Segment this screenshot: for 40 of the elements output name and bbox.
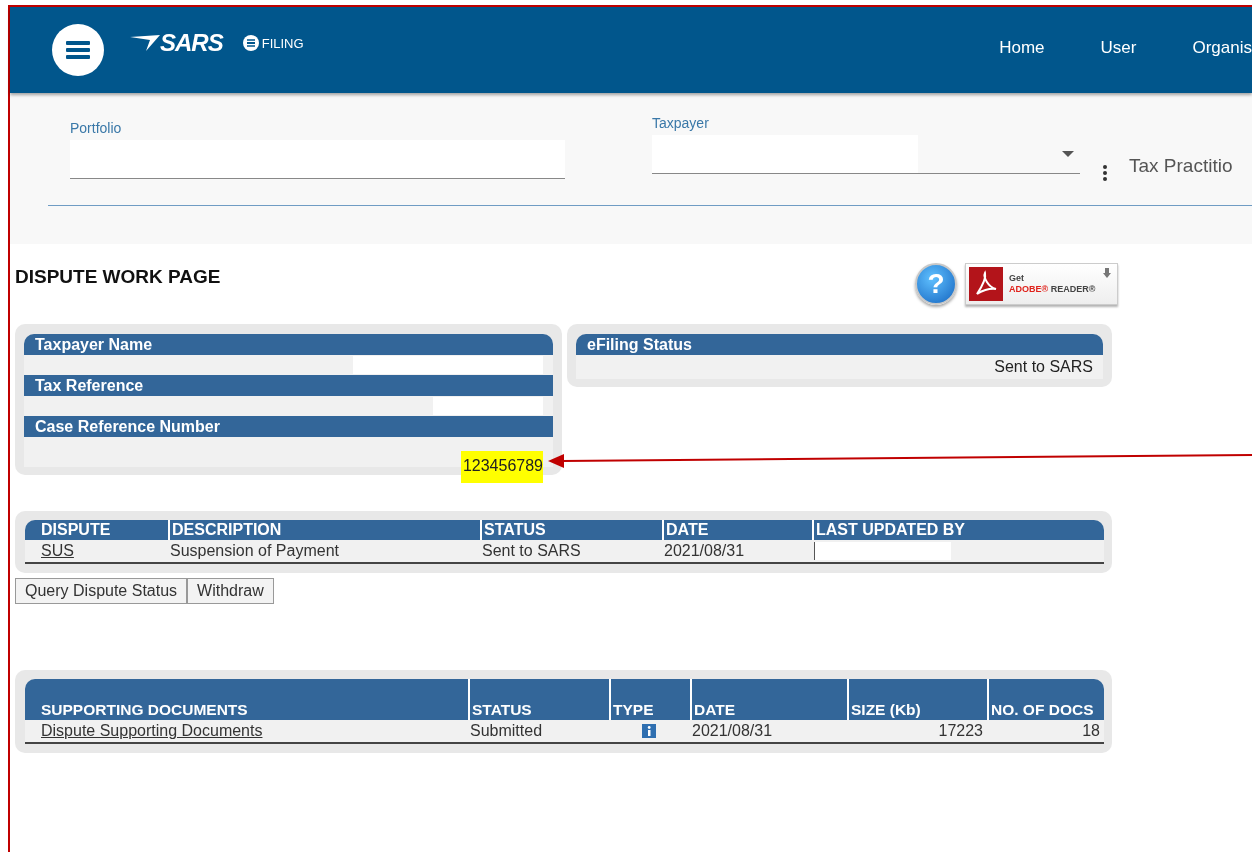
table-cell: Submitted [470,722,543,740]
get-adobe-reader-button[interactable]: Get ADOBE® READER® [965,263,1118,305]
table-cell: Suspension of Payment [170,542,339,560]
caret-icon [1062,151,1074,157]
input-field[interactable] [70,140,565,179]
swoosh-icon [130,35,160,51]
info-icon[interactable] [641,724,656,738]
field-header: eFiling Status [576,334,1103,355]
table-cell: 18 [1082,722,1100,740]
table-cell: 2021/08/31 [664,542,745,560]
dropdown-field[interactable] [652,135,1080,174]
pdf-icon [969,267,1003,301]
action-button[interactable]: Withdraw [187,578,274,604]
table-link[interactable]: Dispute Supporting Documents [41,722,263,740]
field-header: Tax Reference [24,375,553,396]
field-label: Taxpayer [652,115,710,133]
nav-link[interactable]: Organis [1192,37,1252,58]
field-label: Portfolio [70,120,123,138]
column-header: DISPUTE [40,520,112,540]
table-cell: 2021/08/31 [692,722,773,740]
nav-link[interactable]: Home [999,37,1045,58]
action-button[interactable]: Query Dispute Status [15,578,188,604]
role-label[interactable]: Tax Practitio [1129,155,1233,177]
menu-button[interactable] [52,24,104,76]
e-circle-icon [242,35,259,51]
field-value: 123456789 [460,451,543,483]
download-icon [1103,268,1111,278]
table-cell: 17223 [938,722,983,740]
table-link[interactable]: SUS [41,542,74,560]
more-options-icon[interactable] [1103,165,1107,181]
field-header: Taxpayer Name [24,334,553,355]
table-cell: Sent to SARS [482,542,581,560]
field-value: Sent to SARS [994,358,1093,376]
page-title: DISPUTE WORK PAGE [15,266,221,288]
product-name: FILING [261,35,304,51]
menu-icon [66,40,90,60]
nav-link[interactable]: User [1100,37,1137,58]
column-header: SUPPORTING DOCUMENTS [40,700,249,720]
field-header: Case Reference Number [24,416,553,437]
logo-text: SARS [160,29,223,57]
